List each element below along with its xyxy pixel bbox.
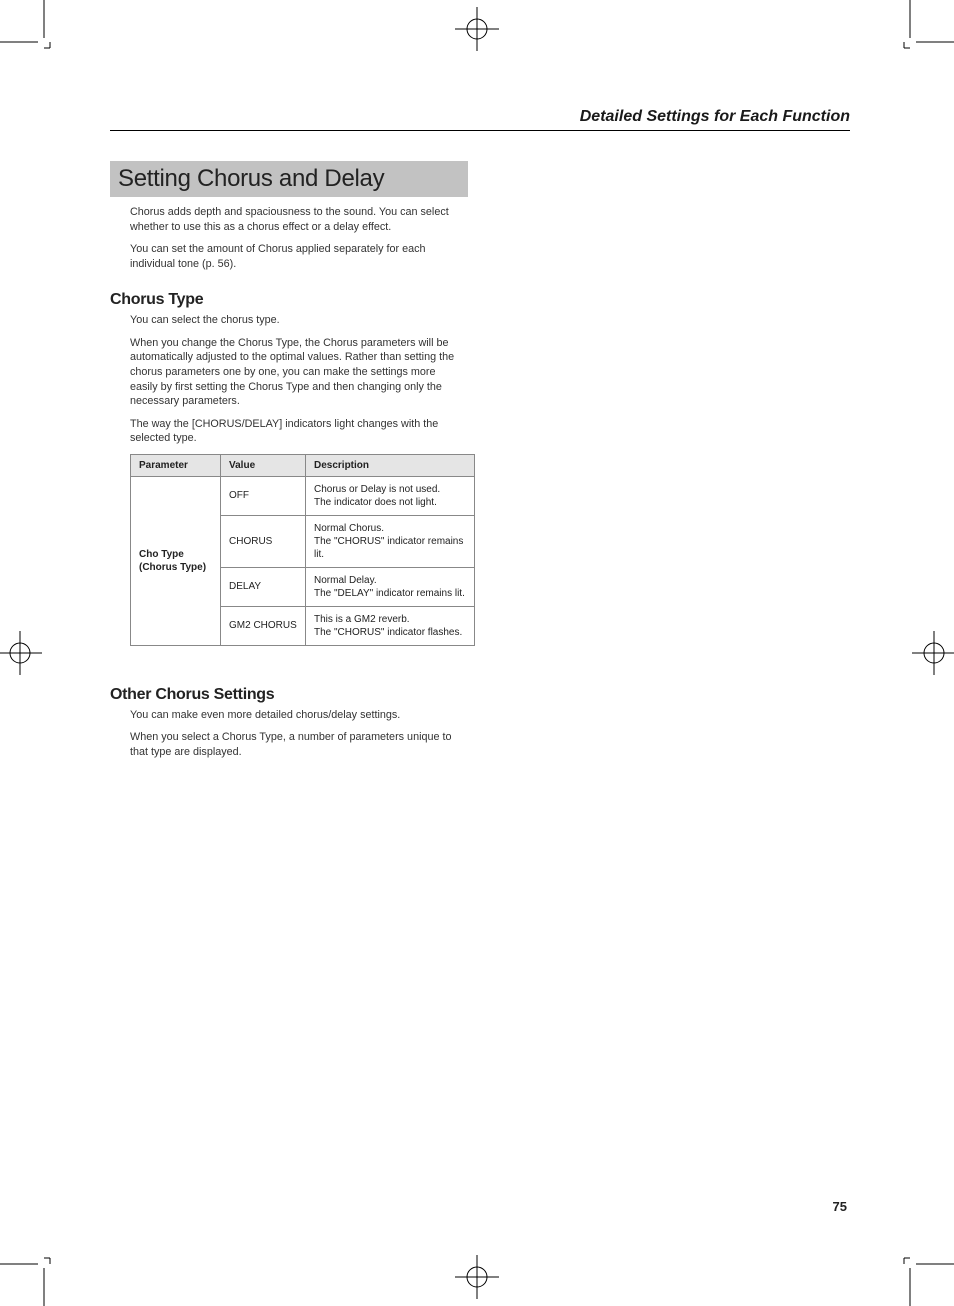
subsection-heading: Chorus Type bbox=[110, 291, 850, 309]
parameter-table: Parameter Value Description Cho Type(Cho… bbox=[130, 454, 475, 646]
table-header: Value bbox=[221, 454, 306, 476]
header-rule: Detailed Settings for Each Function bbox=[110, 108, 850, 131]
section-heading: Setting Chorus and Delay bbox=[110, 161, 468, 197]
description-cell: This is a GM2 reverb.The "CHORUS" indica… bbox=[306, 606, 475, 645]
body-paragraph: The way the [CHORUS/DELAY] indicators li… bbox=[110, 417, 455, 446]
page-number: 75 bbox=[833, 1199, 847, 1214]
body-paragraph: When you select a Chorus Type, a number … bbox=[110, 730, 455, 759]
body-paragraph: When you change the Chorus Type, the Cho… bbox=[110, 336, 455, 409]
parameter-name-cell: Cho Type(Chorus Type) bbox=[131, 476, 221, 645]
table-header-row: Parameter Value Description bbox=[131, 454, 475, 476]
table-row: Cho Type(Chorus Type) OFF Chorus or Dela… bbox=[131, 476, 475, 515]
page-content: Detailed Settings for Each Function Sett… bbox=[110, 108, 850, 767]
value-cell: CHORUS bbox=[221, 515, 306, 567]
value-cell: DELAY bbox=[221, 567, 306, 606]
body-paragraph: You can make even more detailed chorus/d… bbox=[110, 708, 455, 723]
table-header: Parameter bbox=[131, 454, 221, 476]
table-header: Description bbox=[306, 454, 475, 476]
page-header: Detailed Settings for Each Function bbox=[110, 108, 850, 126]
description-cell: Normal Delay.The "DELAY" indicator remai… bbox=[306, 567, 475, 606]
value-cell: OFF bbox=[221, 476, 306, 515]
body-paragraph: You can select the chorus type. bbox=[110, 313, 455, 328]
description-cell: Chorus or Delay is not used.The indicato… bbox=[306, 476, 475, 515]
description-cell: Normal Chorus.The "CHORUS" indicator rem… bbox=[306, 515, 475, 567]
value-cell: GM2 CHORUS bbox=[221, 606, 306, 645]
subsection-heading: Other Chorus Settings bbox=[110, 686, 850, 704]
body-paragraph: Chorus adds depth and spaciousness to th… bbox=[110, 205, 455, 234]
body-paragraph: You can set the amount of Chorus applied… bbox=[110, 242, 455, 271]
